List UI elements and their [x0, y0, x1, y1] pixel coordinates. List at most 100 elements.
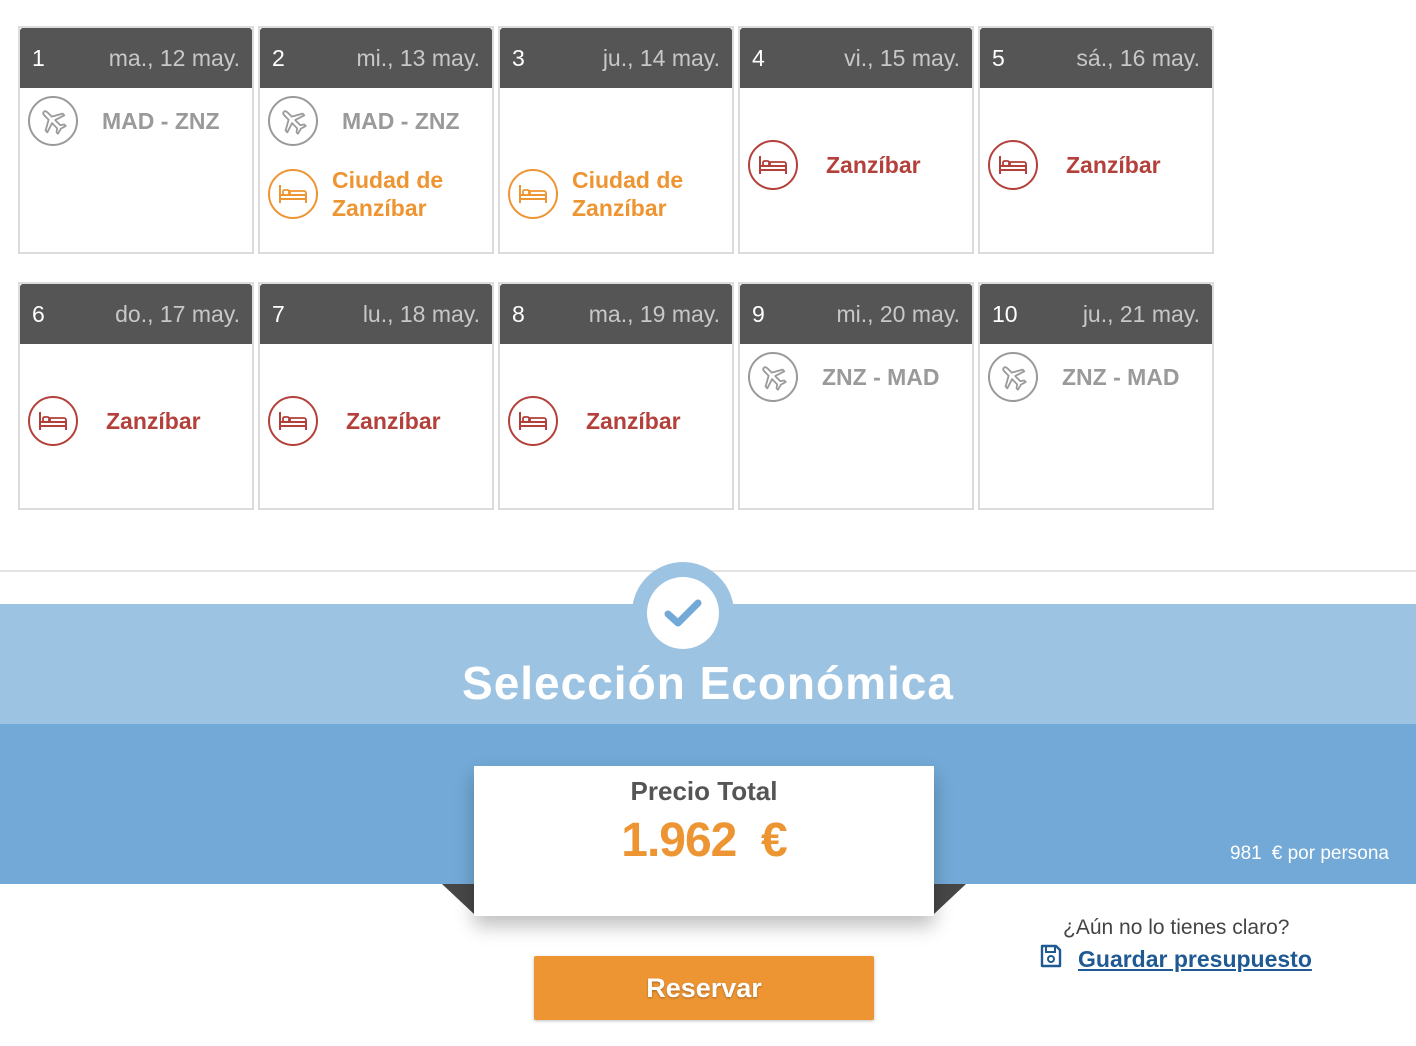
bed-icon: [748, 140, 798, 190]
itinerary-day-2[interactable]: 2 mi., 13 may. MAD - ZNZ Ciudad de Zanzíbar: [258, 26, 494, 254]
day-body: Zanzíbar: [500, 344, 732, 510]
day-number: 2: [272, 44, 285, 71]
day-date: ma., 19 may.: [588, 300, 720, 327]
day-header: 4 vi., 15 may.: [740, 28, 972, 88]
day-date: ju., 21 may.: [1082, 300, 1200, 327]
flight-segment[interactable]: ZNZ - MAD: [988, 352, 1206, 402]
hotel-stay[interactable]: Ciudad de Zanzíbar: [268, 166, 486, 222]
airplane-icon: [28, 96, 78, 146]
day-date: ma., 12 may.: [108, 44, 240, 71]
hotel-destination: Ciudad de Zanzíbar: [572, 167, 684, 221]
itinerary-day-4[interactable]: 4 vi., 15 may. Zanzíbar: [738, 26, 974, 254]
hotel-destination: Zanzíbar: [826, 152, 921, 178]
day-date: lu., 18 may.: [362, 300, 480, 327]
hotel-stay[interactable]: Ciudad de Zanzíbar: [508, 166, 726, 222]
day-header: 9 mi., 20 may.: [740, 284, 972, 344]
day-header: 7 lu., 18 may.: [260, 284, 492, 344]
hotel-stay[interactable]: Zanzíbar: [988, 140, 1206, 190]
day-number: 8: [512, 300, 525, 327]
unsure-text: ¿Aún no lo tienes claro?: [1063, 916, 1290, 939]
bed-icon: [28, 396, 78, 446]
price-total-value: 1.962 €: [621, 814, 787, 867]
day-number: 3: [512, 44, 525, 71]
hotel-stay[interactable]: Zanzíbar: [268, 396, 486, 446]
itinerary-day-9[interactable]: 9 mi., 20 may. ZNZ - MAD: [738, 282, 974, 510]
bed-icon: [508, 396, 558, 446]
bed-icon: [268, 169, 318, 219]
check-icon: [647, 577, 719, 649]
flight-segment[interactable]: MAD - ZNZ: [268, 96, 486, 146]
day-body: Ciudad de Zanzíbar: [500, 88, 732, 254]
per-person-price: 981 € por persona: [1230, 843, 1389, 865]
itinerary-day-5[interactable]: 5 sá., 16 may. Zanzíbar: [978, 26, 1214, 254]
ribbon-fold-left: [442, 884, 474, 914]
itinerary-day-7[interactable]: 7 lu., 18 may. Zanzíbar: [258, 282, 494, 510]
day-date: do., 17 may.: [115, 300, 240, 327]
hotel-destination: Ciudad de Zanzíbar: [332, 167, 444, 221]
airplane-icon: [988, 352, 1038, 402]
day-body: Zanzíbar: [20, 344, 252, 510]
reserve-button[interactable]: Reservar: [534, 956, 874, 1020]
day-header: 1 ma., 12 may.: [20, 28, 252, 88]
day-header: 3 ju., 14 may.: [500, 28, 732, 88]
day-header: 6 do., 17 may.: [20, 284, 252, 344]
day-date: ju., 14 may.: [602, 44, 720, 71]
day-number: 10: [992, 300, 1018, 327]
bed-icon: [268, 396, 318, 446]
day-header: 2 mi., 13 may.: [260, 28, 492, 88]
flight-route: MAD - ZNZ: [102, 108, 220, 134]
day-body: ZNZ - MAD: [740, 344, 972, 510]
airplane-icon: [268, 96, 318, 146]
day-date: mi., 13 may.: [356, 44, 480, 71]
day-number: 4: [752, 44, 765, 71]
hotel-destination: Zanzíbar: [586, 408, 681, 434]
itinerary-row-1: 1 ma., 12 may. MAD - ZNZ 2 mi., 13 may. MAD -…: [18, 26, 1218, 254]
day-number: 6: [32, 300, 45, 327]
bed-icon: [508, 169, 558, 219]
itinerary-row-2: 6 do., 17 may. Zanzíbar 7 lu., 18 may. Zanzíb…: [18, 282, 1218, 510]
floppy-disk-icon: [1040, 944, 1062, 974]
day-body: Zanzíbar: [740, 88, 972, 254]
itinerary-day-10[interactable]: 10 ju., 21 may. ZNZ - MAD: [978, 282, 1214, 510]
price-card: Precio Total 1.962 €: [474, 766, 934, 916]
selection-title: Selección Económica: [462, 657, 954, 709]
save-budget-link[interactable]: Guardar presupuesto: [1040, 944, 1312, 974]
flight-segment[interactable]: MAD - ZNZ: [28, 96, 246, 146]
itinerary-day-1[interactable]: 1 ma., 12 may. MAD - ZNZ: [18, 26, 254, 254]
hotel-stay[interactable]: Zanzíbar: [28, 396, 246, 446]
itinerary-day-8[interactable]: 8 ma., 19 may. Zanzíbar: [498, 282, 734, 510]
itinerary-day-6[interactable]: 6 do., 17 may. Zanzíbar: [18, 282, 254, 510]
itinerary-day-3[interactable]: 3 ju., 14 may. Ciudad de Zanzíbar: [498, 26, 734, 254]
day-header: 10 ju., 21 may.: [980, 284, 1212, 344]
day-number: 9: [752, 300, 765, 327]
flight-route: MAD - ZNZ: [342, 108, 460, 134]
day-number: 5: [992, 44, 1005, 71]
hotel-destination: Zanzíbar: [346, 408, 441, 434]
flight-route: ZNZ - MAD: [822, 364, 940, 390]
hotel-destination: Zanzíbar: [106, 408, 201, 434]
save-budget-label: Guardar presupuesto: [1078, 945, 1312, 972]
hotel-stay[interactable]: Zanzíbar: [748, 140, 966, 190]
hotel-destination: Zanzíbar: [1066, 152, 1161, 178]
day-body: Zanzíbar: [260, 344, 492, 510]
ribbon-fold-right: [934, 884, 966, 914]
hotel-stay[interactable]: Zanzíbar: [508, 396, 726, 446]
airplane-icon: [748, 352, 798, 402]
day-body: ZNZ - MAD: [980, 344, 1212, 510]
day-body: Zanzíbar: [980, 88, 1212, 254]
flight-segment[interactable]: ZNZ - MAD: [748, 352, 966, 402]
day-number: 1: [32, 44, 45, 71]
day-date: mi., 20 may.: [836, 300, 960, 327]
per-person-amount: 981: [1230, 843, 1262, 864]
day-body: MAD - ZNZ: [20, 88, 252, 254]
per-person-label: € por persona: [1271, 843, 1389, 864]
day-body: MAD - ZNZ Ciudad de Zanzíbar: [260, 88, 492, 254]
day-date: sá., 16 may.: [1076, 44, 1200, 71]
day-date: vi., 15 may.: [844, 44, 960, 71]
day-number: 7: [272, 300, 285, 327]
price-total-label: Precio Total: [630, 776, 778, 806]
day-header: 5 sá., 16 may.: [980, 28, 1212, 88]
flight-route: ZNZ - MAD: [1062, 364, 1180, 390]
day-header: 8 ma., 19 may.: [500, 284, 732, 344]
bed-icon: [988, 140, 1038, 190]
